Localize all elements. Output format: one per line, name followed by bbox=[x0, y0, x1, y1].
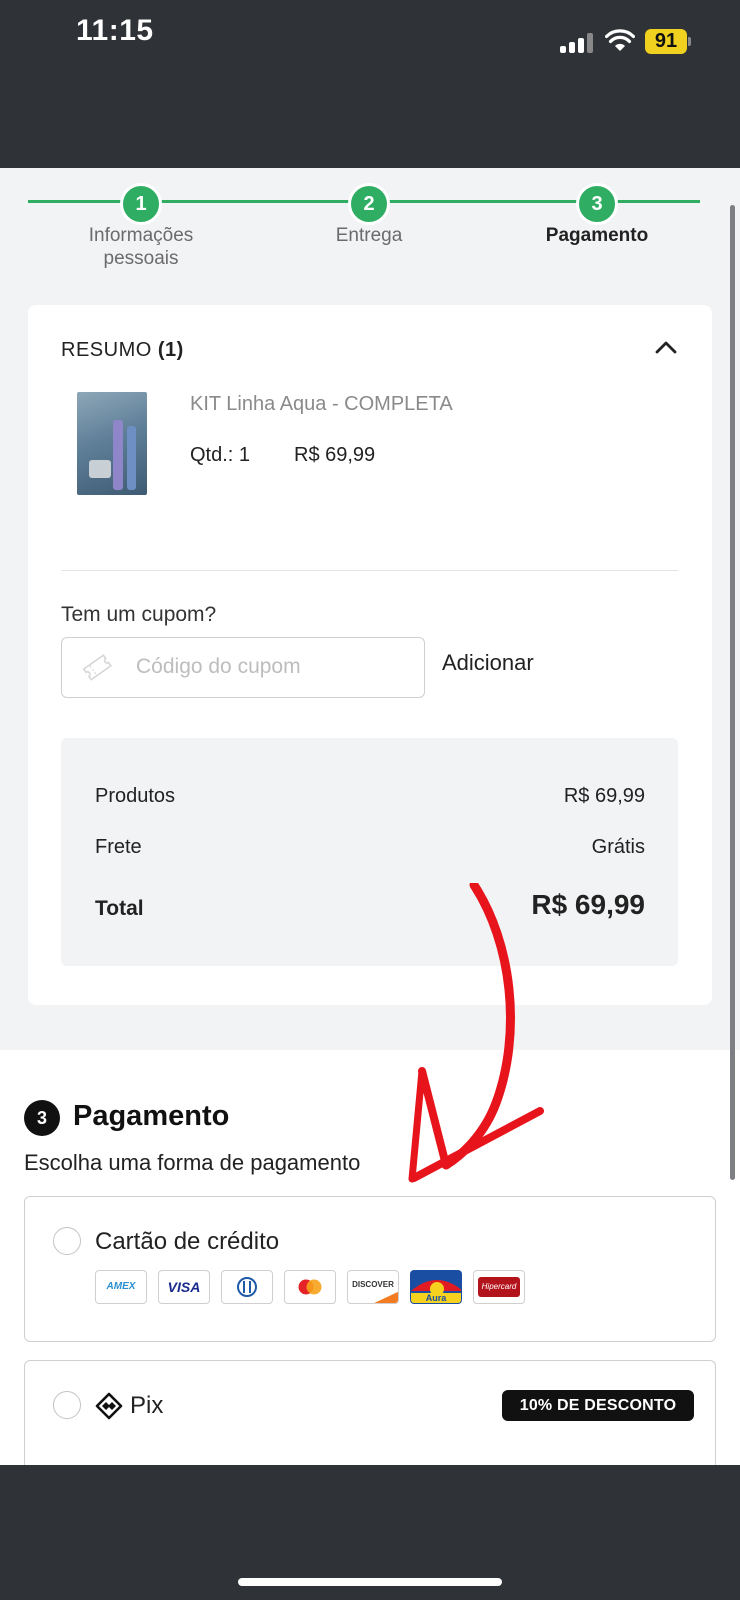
battery-level: 91 bbox=[645, 29, 687, 54]
subtotal-value: R$ 69,99 bbox=[563, 785, 645, 807]
step-3-circle[interactable]: 3 bbox=[576, 183, 618, 225]
visa-logo: VISA bbox=[158, 1270, 210, 1304]
hipercard-logo: Hipercard bbox=[473, 1270, 525, 1304]
subtotal-label: Produtos bbox=[95, 785, 176, 807]
shipping-label: Frete bbox=[95, 836, 142, 858]
mastercard-logo bbox=[284, 1270, 336, 1304]
divider bbox=[61, 570, 678, 571]
payment-option-credit-card[interactable]: Cartão de crédito AMEX VISA DISCOVER Aur… bbox=[24, 1196, 716, 1342]
step-3-label: Pagamento bbox=[545, 225, 649, 246]
summary-title[interactable]: RESUMO (1) bbox=[61, 339, 184, 362]
total-value: R$ 69,99 bbox=[531, 889, 645, 920]
pix-radio[interactable] bbox=[53, 1391, 81, 1419]
discount-badge: 10% DE DESCONTO bbox=[502, 1390, 694, 1421]
status-bar: 11:15 91 bbox=[0, 0, 740, 168]
coupon-input[interactable] bbox=[136, 638, 416, 696]
step-1-label[interactable]: Informações pessoais bbox=[41, 224, 241, 270]
totals-box: Produtos R$ 69,99 Frete Grátis Total R$ … bbox=[61, 738, 678, 966]
payment-subtitle: Escolha uma forma de pagamento bbox=[24, 1150, 361, 1175]
order-summary-card: RESUMO (1) KIT Linha Aqua - COMPLETA Qtd… bbox=[28, 305, 712, 1005]
payment-section: 3 Pagamento Escolha uma forma de pagamen… bbox=[0, 1050, 740, 1465]
aura-logo: Aura bbox=[410, 1270, 462, 1304]
payment-option-pix[interactable]: Pix 10% DE DESCONTO bbox=[24, 1360, 716, 1465]
product-name: KIT Linha Aqua - COMPLETA bbox=[190, 393, 453, 415]
scrollbar[interactable] bbox=[730, 205, 735, 1180]
pix-icon bbox=[95, 1392, 123, 1420]
cellular-signal-icon bbox=[560, 33, 594, 53]
checkout-stepper: 1 2 3 Informações pessoais Entrega Pagam… bbox=[0, 168, 740, 288]
summary-title-text: RESUMO bbox=[61, 339, 152, 361]
status-time: 11:15 bbox=[76, 14, 154, 47]
ticket-icon bbox=[82, 654, 112, 681]
amex-logo: AMEX bbox=[95, 1270, 147, 1304]
battery-icon: 91 bbox=[645, 29, 691, 54]
product-quantity: Qtd.: 1 bbox=[190, 444, 251, 466]
step-2-label[interactable]: Entrega bbox=[269, 224, 469, 247]
step-1-label-line2: pessoais bbox=[103, 248, 179, 269]
payment-step-number: 3 bbox=[24, 1100, 60, 1136]
home-indicator[interactable] bbox=[238, 1578, 502, 1586]
credit-card-label: Cartão de crédito bbox=[95, 1228, 280, 1255]
add-coupon-button[interactable]: Adicionar bbox=[442, 650, 534, 676]
coupon-label: Tem um cupom? bbox=[61, 603, 217, 626]
total-label: Total bbox=[95, 897, 144, 920]
product-price: R$ 69,99 bbox=[294, 444, 376, 466]
summary-count: (1) bbox=[157, 339, 184, 361]
payment-title: Pagamento bbox=[73, 1100, 230, 1132]
shipping-value: Grátis bbox=[591, 836, 645, 858]
wifi-icon bbox=[605, 29, 635, 51]
chevron-up-icon[interactable] bbox=[654, 339, 678, 355]
step-1-circle[interactable]: 1 bbox=[120, 183, 162, 225]
credit-card-radio[interactable] bbox=[53, 1227, 81, 1255]
diners-logo bbox=[221, 1270, 273, 1304]
coupon-field[interactable] bbox=[61, 637, 425, 698]
discover-logo: DISCOVER bbox=[347, 1270, 399, 1304]
step-2-circle[interactable]: 2 bbox=[348, 183, 390, 225]
pix-label: Pix bbox=[130, 1392, 164, 1419]
product-image bbox=[77, 392, 147, 495]
step-1-label-line1: Informações bbox=[88, 225, 194, 246]
checkout-page[interactable]: 1 2 3 Informações pessoais Entrega Pagam… bbox=[0, 168, 740, 1465]
